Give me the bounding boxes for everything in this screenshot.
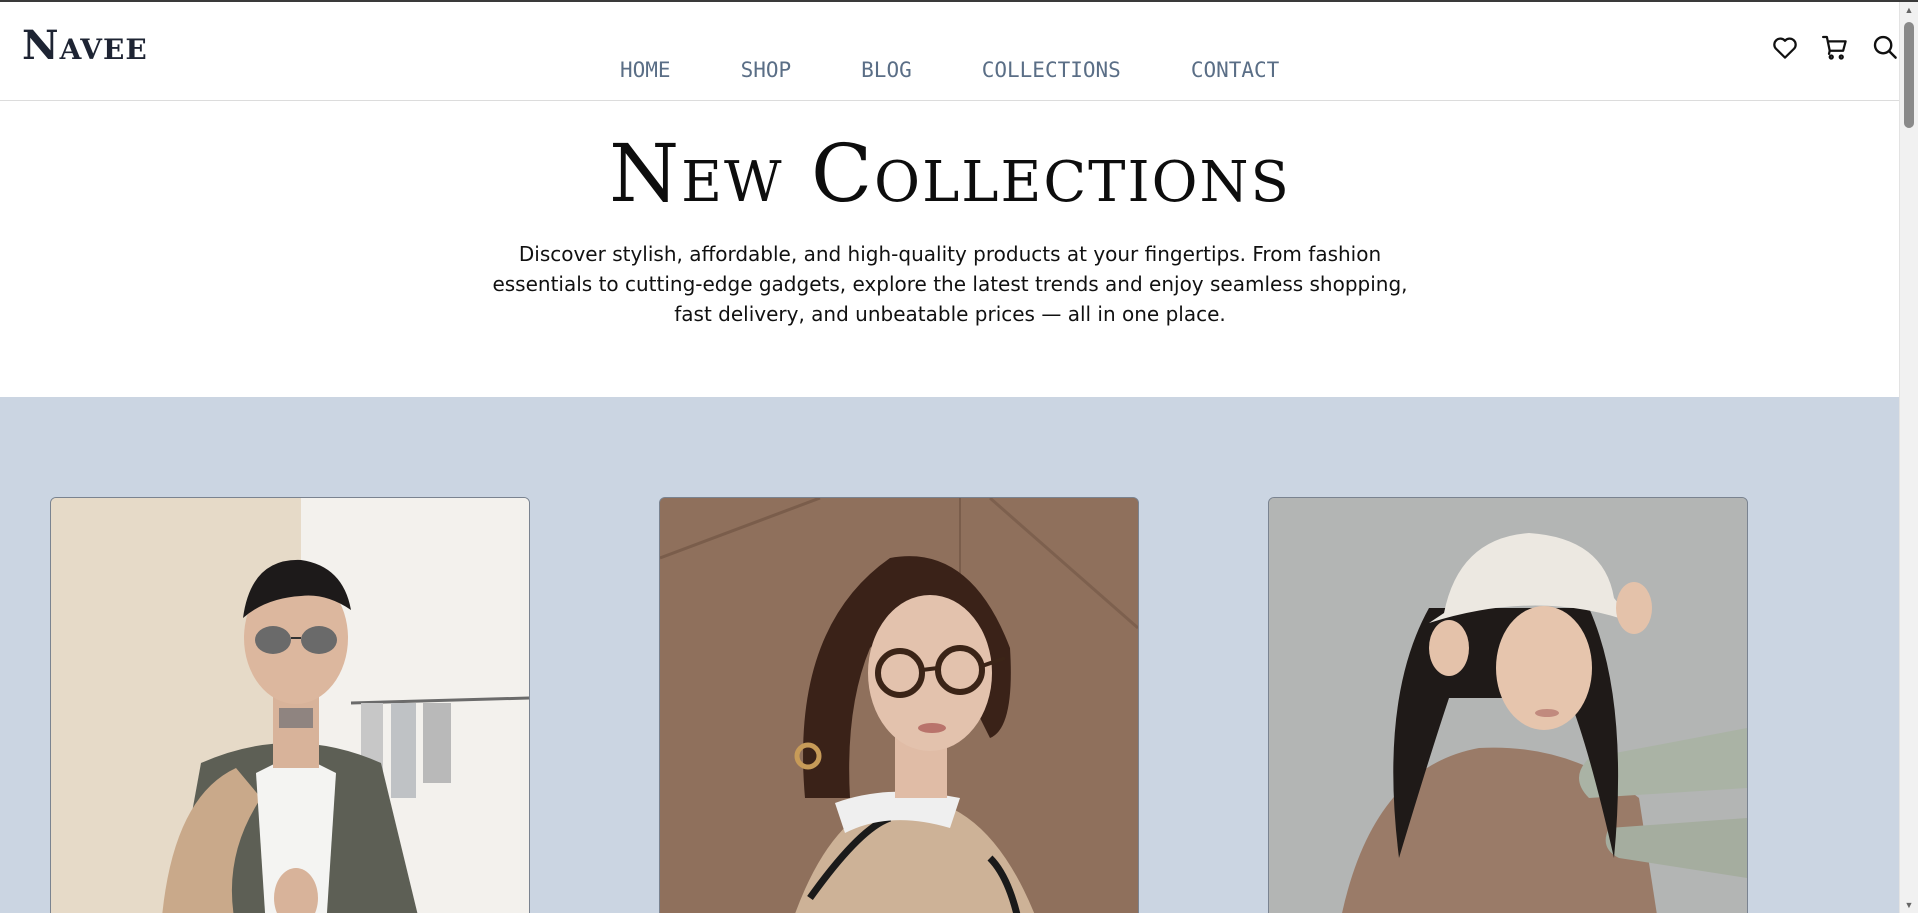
scroll-down-arrow-icon[interactable]: ▼ (1900, 897, 1918, 913)
page-title: New Collections (609, 127, 1291, 220)
site-header: Navee HOME SHOP BLOG COLLECTIONS CONTACT (0, 2, 1900, 101)
page-scrollbar[interactable]: ▲ ▼ (1899, 2, 1918, 913)
hero-description: Discover stylish, affordable, and high-q… (492, 242, 1408, 326)
main-nav: HOME SHOP BLOG COLLECTIONS CONTACT (620, 58, 1349, 82)
collection-photo-3 (1269, 498, 1747, 913)
nav-collections[interactable]: COLLECTIONS (982, 58, 1121, 82)
collection-photo-2 (660, 498, 1138, 913)
nav-home[interactable]: HOME (620, 58, 671, 82)
hero-section: New Collections Discover stylish, afford… (0, 101, 1900, 397)
search-icon[interactable] (1870, 32, 1900, 62)
collection-card-3[interactable] (1268, 497, 1748, 913)
brand-logo[interactable]: Navee (22, 22, 148, 69)
collection-card-2[interactable] (659, 497, 1139, 913)
nav-shop[interactable]: SHOP (741, 58, 792, 82)
header-icons (1770, 32, 1900, 62)
heart-icon[interactable] (1770, 32, 1800, 62)
scroll-up-arrow-icon[interactable]: ▲ (1900, 2, 1918, 18)
collections-section (0, 397, 1900, 913)
scrollbar-thumb[interactable] (1904, 22, 1914, 128)
collection-card-1[interactable] (50, 497, 530, 913)
nav-contact[interactable]: CONTACT (1191, 58, 1280, 82)
collection-photo-1 (51, 498, 529, 913)
nav-blog[interactable]: BLOG (861, 58, 912, 82)
cart-icon[interactable] (1820, 32, 1850, 62)
